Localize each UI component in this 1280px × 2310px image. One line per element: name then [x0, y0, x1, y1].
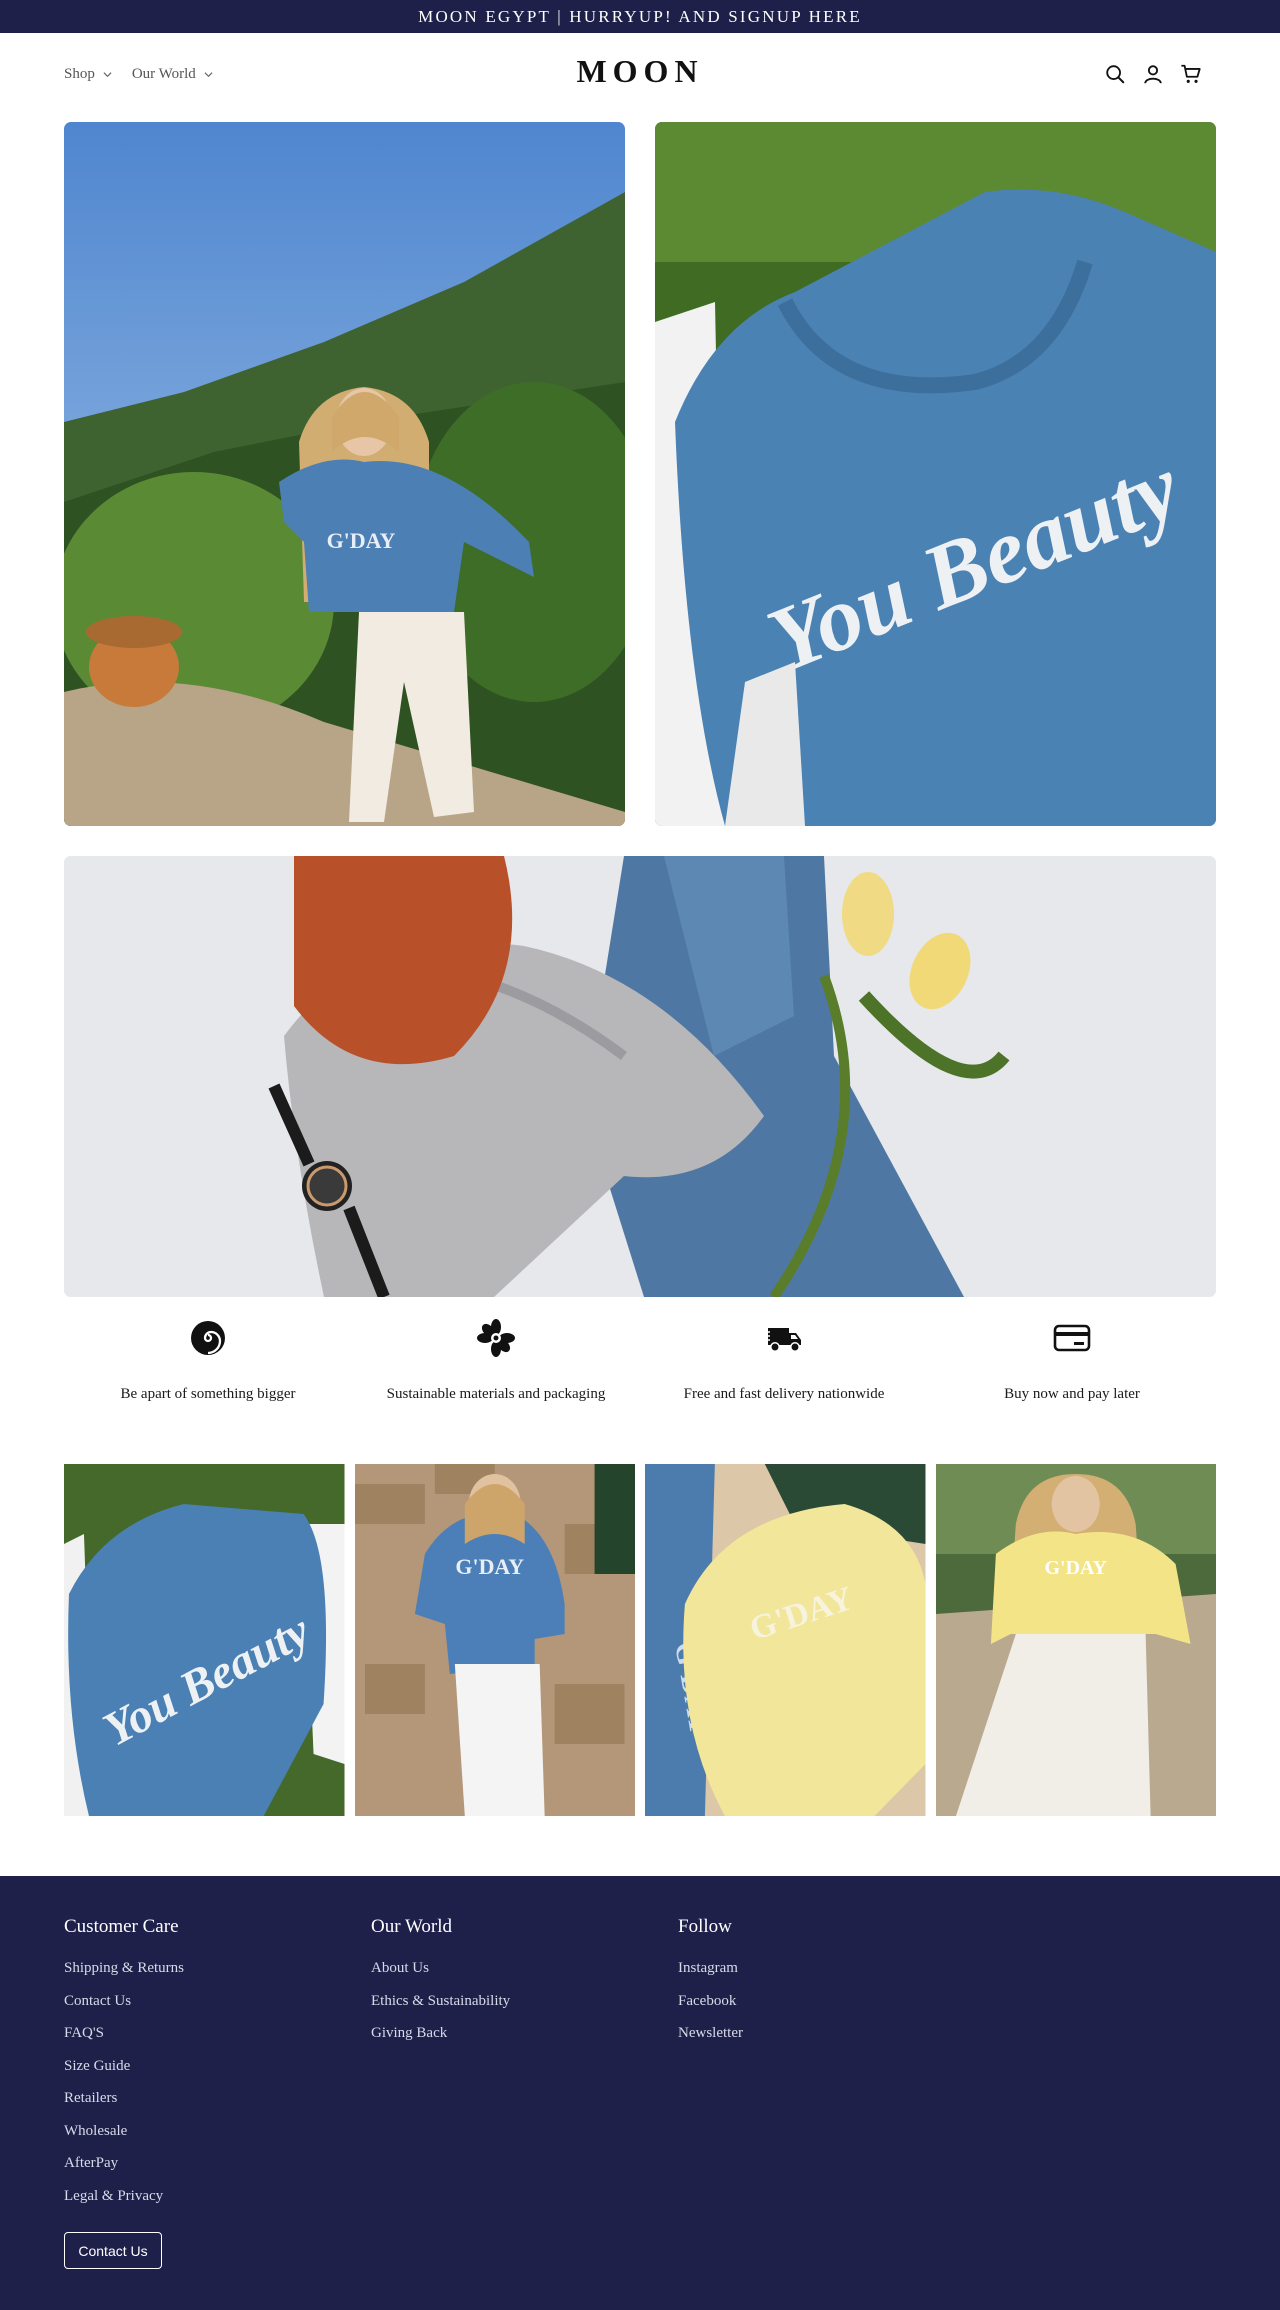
cart-icon[interactable] — [1180, 63, 1202, 85]
feature-item: Be apart of something bigger — [64, 1318, 352, 1403]
svg-text:G'DAY: G'DAY — [1044, 1557, 1107, 1579]
site-header: Shop Our World MOON — [0, 33, 1280, 115]
announcement-bar[interactable]: MOON EGYPT | HURRYUP! AND SIGNUP HERE — [0, 0, 1280, 33]
photo-blue-sweater-chair: You Beauty — [655, 122, 1216, 826]
footer-link-shipping-returns[interactable]: Shipping & Returns — [64, 1960, 184, 1977]
footer-column-customer-care: Customer Care Shipping & Returns Contact… — [64, 1916, 184, 2220]
gallery-gday-blue-wall[interactable]: G'DAY — [354, 1464, 635, 1816]
photo-blue-sweater: You Beauty — [64, 1464, 345, 1816]
features-row: Be apart of something bigger Sustainable… — [64, 1318, 1216, 1403]
feature-item: Free and fast delivery nationwide — [640, 1318, 928, 1403]
spiral-icon — [191, 1321, 225, 1355]
footer-link-about-us[interactable]: About Us — [371, 1960, 510, 1977]
footer-column-our-world: Our World About Us Ethics & Sustainabili… — [371, 1916, 510, 2058]
photo-woman-mountains: G'DAY — [64, 122, 625, 826]
photo-yellow-sweater: G'DAY G'DAY — [645, 1464, 926, 1816]
delivery-truck-icon — [764, 1328, 801, 1352]
svg-text:G'DAY: G'DAY — [455, 1554, 524, 1579]
announcement-text[interactable]: MOON EGYPT | HURRYUP! AND SIGNUP HERE — [418, 7, 862, 27]
brand-logo[interactable]: MOON — [576, 53, 703, 89]
footer-link-newsletter[interactable]: Newsletter — [678, 2025, 743, 2042]
feature-item: Sustainable materials and packaging — [352, 1318, 640, 1403]
header-icons — [1104, 33, 1202, 115]
feature-label: Buy now and pay later — [1004, 1386, 1140, 1402]
nav-item-our-world[interactable]: Our World — [132, 66, 213, 83]
feature-label: Be apart of something bigger — [120, 1386, 296, 1402]
footer-link-facebook[interactable]: Facebook — [678, 1993, 743, 2010]
nav-item-shop[interactable]: Shop — [64, 66, 112, 83]
footer-link-wholesale[interactable]: Wholesale — [64, 2123, 184, 2140]
svg-text:G'DAY: G'DAY — [327, 528, 396, 553]
flower-icon — [477, 1319, 515, 1357]
nav-item-label: Our World — [131, 65, 196, 82]
footer-heading: Our World — [371, 1916, 452, 1937]
footer-column-follow: Follow Instagram Facebook Newsletter — [678, 1916, 743, 2058]
gallery-gday-yellow-woman[interactable]: G'DAY — [935, 1464, 1216, 1816]
contact-us-button[interactable]: Contact Us — [64, 2232, 162, 2269]
banner-flatlay-knitwear[interactable] — [64, 856, 1216, 1297]
footer-heading: Customer Care — [64, 1916, 179, 1937]
photo-blue-gday-wall: G'DAY — [354, 1464, 635, 1816]
footer-heading: Follow — [678, 1916, 732, 1937]
footer-link-instagram[interactable]: Instagram — [678, 1960, 743, 1977]
gallery-yellow-flatlay[interactable]: G'DAY G'DAY — [645, 1464, 926, 1816]
footer-link-ethics-sustainability[interactable]: Ethics & Sustainability — [371, 1993, 510, 2010]
footer-link-giving-back[interactable]: Giving Back — [371, 2025, 510, 2042]
footer-link-size-guide[interactable]: Size Guide — [64, 2058, 184, 2075]
feature-label: Free and fast delivery nationwide — [683, 1386, 885, 1402]
feature-item: Buy now and pay later — [928, 1318, 1216, 1403]
photo-flatlay — [64, 856, 1216, 1297]
main-nav: Shop Our World — [64, 33, 213, 115]
gallery-you-beauty-blue[interactable]: You Beauty — [64, 1464, 345, 1816]
footer-link-retailers[interactable]: Retailers — [64, 2090, 184, 2107]
chevron-down-icon — [204, 71, 213, 77]
credit-card-icon — [1053, 1324, 1091, 1352]
gallery-grid: You Beauty G'DAY G'DAY G'DAY — [64, 1464, 1216, 1816]
account-icon[interactable] — [1142, 63, 1164, 85]
search-icon[interactable] — [1104, 63, 1126, 85]
nav-item-label: Shop — [64, 65, 95, 82]
footer-link-contact-us[interactable]: Contact Us — [64, 1993, 184, 2010]
footer-link-legal-privacy[interactable]: Legal & Privacy — [64, 2188, 184, 2205]
footer-link-afterpay[interactable]: AfterPay — [64, 2155, 184, 2172]
footer-link-faqs[interactable]: FAQ'S — [64, 2025, 184, 2042]
photo-yellow-gday-woman: G'DAY — [935, 1464, 1216, 1816]
site-footer: Customer Care Shipping & Returns Contact… — [0, 1876, 1280, 2310]
hero-image-gday-sweater-woman[interactable]: G'DAY — [64, 122, 625, 826]
chevron-down-icon — [103, 71, 112, 77]
feature-label: Sustainable materials and packaging — [386, 1386, 606, 1402]
hero-image-you-beauty-sweater[interactable]: You Beauty — [655, 122, 1216, 826]
